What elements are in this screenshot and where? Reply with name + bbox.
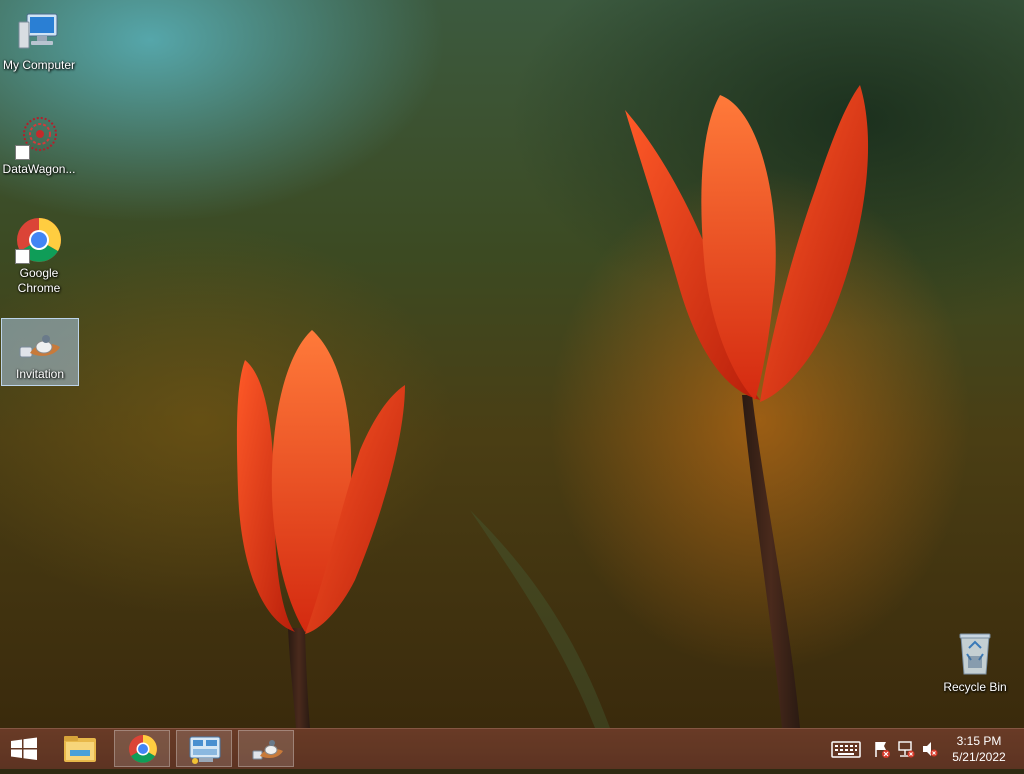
chrome-icon [129, 735, 157, 763]
taskbar-control-panel-button[interactable] [176, 730, 232, 767]
clock-time: 3:15 PM [956, 734, 1002, 748]
recycle-bin-icon [951, 630, 999, 678]
tulip-wallpaper-art [236, 85, 869, 728]
desktop-icon-invitation[interactable]: Invitation [1, 318, 79, 386]
control-panel-icon [189, 736, 221, 764]
shortcut-arrow-icon [15, 145, 30, 160]
desktop-icon-datawagon[interactable]: DataWagon... [1, 112, 77, 182]
desktop-icon-recycle-bin[interactable]: Recycle Bin [937, 630, 1013, 700]
start-button[interactable] [0, 729, 48, 769]
desktop-wallpaper [0, 0, 1024, 728]
desktop-icon-label: Invitation [15, 367, 65, 381]
folder-icon [64, 736, 96, 762]
invitation-icon [16, 325, 64, 365]
desktop-icon-label: DataWagon... [2, 162, 76, 176]
computer-icon [15, 8, 63, 56]
desktop-icon-label: Recycle Bin [943, 680, 1007, 694]
windows-logo-icon [11, 737, 37, 760]
network-button[interactable] [896, 729, 916, 769]
desktop-icon-google-chrome[interactable]: Google Chrome [1, 216, 77, 298]
desktop-icon-label: Google Chrome [17, 266, 61, 295]
touch-keyboard-button[interactable] [830, 729, 862, 769]
taskbar-file-explorer-button[interactable] [52, 730, 108, 767]
desktop-icon-my-computer[interactable]: My Computer [1, 8, 77, 78]
flag-icon [875, 742, 890, 758]
network-icon [898, 741, 915, 758]
shortcut-arrow-icon [15, 249, 30, 264]
desktop-icon-label: My Computer [2, 58, 76, 72]
chrome-icon [15, 216, 63, 264]
invitation-icon [252, 740, 283, 760]
action-center-button[interactable] [872, 729, 892, 769]
taskbar-clock[interactable]: 3:15 PM 5/21/2022 [948, 733, 1010, 765]
keyboard-icon [831, 741, 861, 758]
clock-date: 5/21/2022 [952, 750, 1006, 764]
taskbar: 3:15 PM 5/21/2022 [0, 728, 1024, 769]
volume-muted-icon [923, 742, 938, 757]
datawagon-icon [15, 112, 63, 160]
taskbar-chrome-button[interactable] [114, 730, 170, 767]
taskbar-invitation-button[interactable] [238, 730, 294, 767]
volume-button[interactable] [920, 729, 940, 769]
